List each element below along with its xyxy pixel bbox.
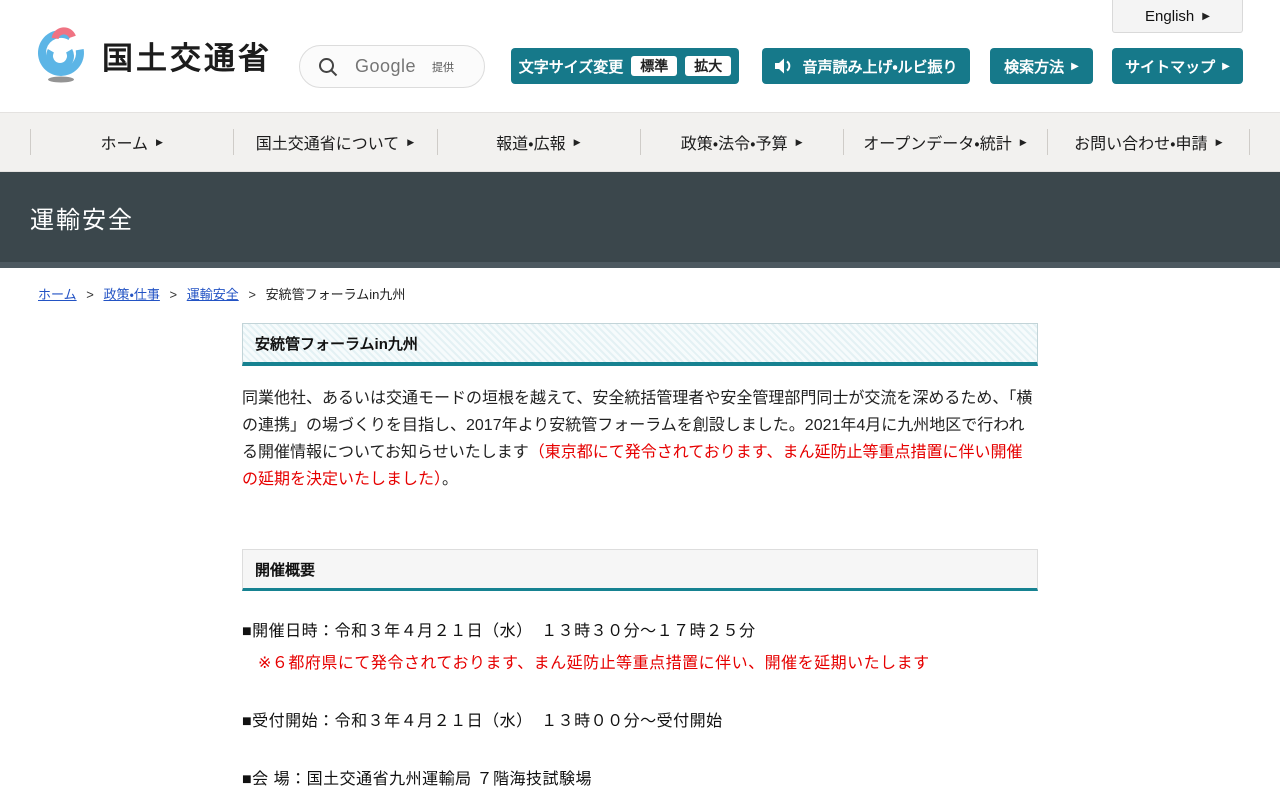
nav-label: お問い合わせ・申請 xyxy=(1074,136,1208,153)
mlit-logo[interactable]: 国土交通省 xyxy=(34,26,272,84)
font-size-standard-button[interactable]: 標準 xyxy=(631,56,678,76)
sitemap-button[interactable]: サイトマップ ▶ xyxy=(1112,48,1243,84)
breadcrumb-link-policy[interactable]: 政策・仕事 xyxy=(103,287,159,302)
search-icon xyxy=(317,56,339,78)
breadcrumb-link-transport-safety[interactable]: 運輸安全 xyxy=(187,287,239,302)
sitemap-label: サイトマップ xyxy=(1125,58,1216,76)
chevron-right-icon: ▶ xyxy=(1222,60,1230,72)
main-content: 安統管フォーラムin九州 同業他社、あるいは交通モードの垣根を越えて、安全統括管… xyxy=(242,323,1038,800)
chevron-right-icon: ▶ xyxy=(1019,136,1027,147)
intro-paragraph: 同業他社、あるいは交通モードの垣根を越えて、安全統括管理者や安全管理部門同士が交… xyxy=(242,385,1038,493)
detail-date-alert-note: ※６都府県にて発令されております、まん延防止等重点措置に伴い、開催を延期いたしま… xyxy=(258,655,930,672)
search-provider-label: Google xyxy=(355,56,417,76)
nav-item-policy[interactable]: 政策・法令・予算 ▶ xyxy=(639,113,843,171)
page-title: 安統管フォーラムin九州 xyxy=(255,336,418,353)
chevron-right-icon: ▶ xyxy=(795,136,803,147)
breadcrumb: ホーム > 政策・仕事 > 運輸安全 > 安統管フォーラムin九州 xyxy=(38,284,1280,303)
detail-date: ■開催日時：令和３年４月２１日（水） １３時３０分～１７時２５分 xyxy=(242,623,756,640)
nav-item-home[interactable]: ホーム ▶ xyxy=(30,113,233,171)
audio-readout-button[interactable]: 音声読み上げ・ルビ振り xyxy=(762,48,970,84)
chevron-right-icon: ▶ xyxy=(1071,60,1079,72)
search-method-button[interactable]: 検索方法 ▶ xyxy=(990,48,1093,84)
nav-label: ホーム xyxy=(100,136,148,153)
font-size-large-button[interactable]: 拡大 xyxy=(685,56,732,76)
intro-text-end: 。 xyxy=(442,471,459,488)
chevron-right-icon: ▶ xyxy=(155,136,163,147)
font-size-label: 文字サイズ変更 xyxy=(518,58,624,76)
breadcrumb-link-home[interactable]: ホーム xyxy=(38,287,77,302)
section-title-box: 開催概要 xyxy=(242,549,1038,591)
site-search[interactable]: Google 提供 xyxy=(299,45,485,88)
breadcrumb-current: 安統管フォーラムin九州 xyxy=(265,287,406,302)
nav-label: 政策・法令・予算 xyxy=(680,136,788,153)
chevron-right-icon: ▶ xyxy=(573,136,581,147)
english-label: English xyxy=(1145,7,1195,25)
nav-label: オープンデータ・統計 xyxy=(863,136,1012,153)
font-size-control: 文字サイズ変更 標準 拡大 xyxy=(511,48,739,84)
speaker-icon xyxy=(774,57,794,75)
audio-readout-label: 音声読み上げ・ルビ振り xyxy=(802,58,958,76)
search-provider-suffix: 提供 xyxy=(432,61,455,74)
nav-item-about[interactable]: 国土交通省について ▶ xyxy=(233,113,436,171)
breadcrumb-separator: > xyxy=(248,287,256,302)
site-header: 国土交通省 Google 提供 English ▶ 文字サイズ変更 標準 拡大 … xyxy=(0,0,1280,112)
detail-reception: ■受付開始：令和３年４月２１日（水） １３時００分～受付開始 xyxy=(242,713,723,730)
breadcrumb-separator: > xyxy=(86,287,94,302)
site-title: 国土交通省 xyxy=(102,40,272,76)
detail-venue: ■会 場：国土交通省九州運輸局 ７階海技試験場 xyxy=(242,771,593,788)
nav-label: 報道・広報 xyxy=(496,136,566,153)
chevron-right-icon: ▶ xyxy=(1215,136,1223,147)
page-title-box: 安統管フォーラムin九州 xyxy=(242,323,1038,366)
english-link[interactable]: English ▶ xyxy=(1112,0,1243,33)
global-nav: ホーム ▶ 国土交通省について ▶ 報道・広報 ▶ 政策・法令・予算 ▶ オープ… xyxy=(0,112,1280,172)
search-method-label: 検索方法 xyxy=(1004,58,1065,76)
nav-item-press[interactable]: 報道・広報 ▶ xyxy=(436,113,640,171)
category-title: 運輸安全 xyxy=(30,206,134,234)
chevron-right-icon: ▶ xyxy=(407,136,415,147)
section-title: 開催概要 xyxy=(255,562,316,579)
chevron-right-icon: ▶ xyxy=(1202,10,1210,22)
nav-item-contact[interactable]: お問い合わせ・申請 ▶ xyxy=(1046,113,1251,171)
breadcrumb-separator: > xyxy=(169,287,178,302)
nav-item-open-data[interactable]: オープンデータ・統計 ▶ xyxy=(843,113,1046,171)
category-banner: 運輸安全 xyxy=(0,172,1280,268)
mlit-logo-icon xyxy=(38,27,84,83)
nav-label: 国土交通省について xyxy=(255,136,400,153)
